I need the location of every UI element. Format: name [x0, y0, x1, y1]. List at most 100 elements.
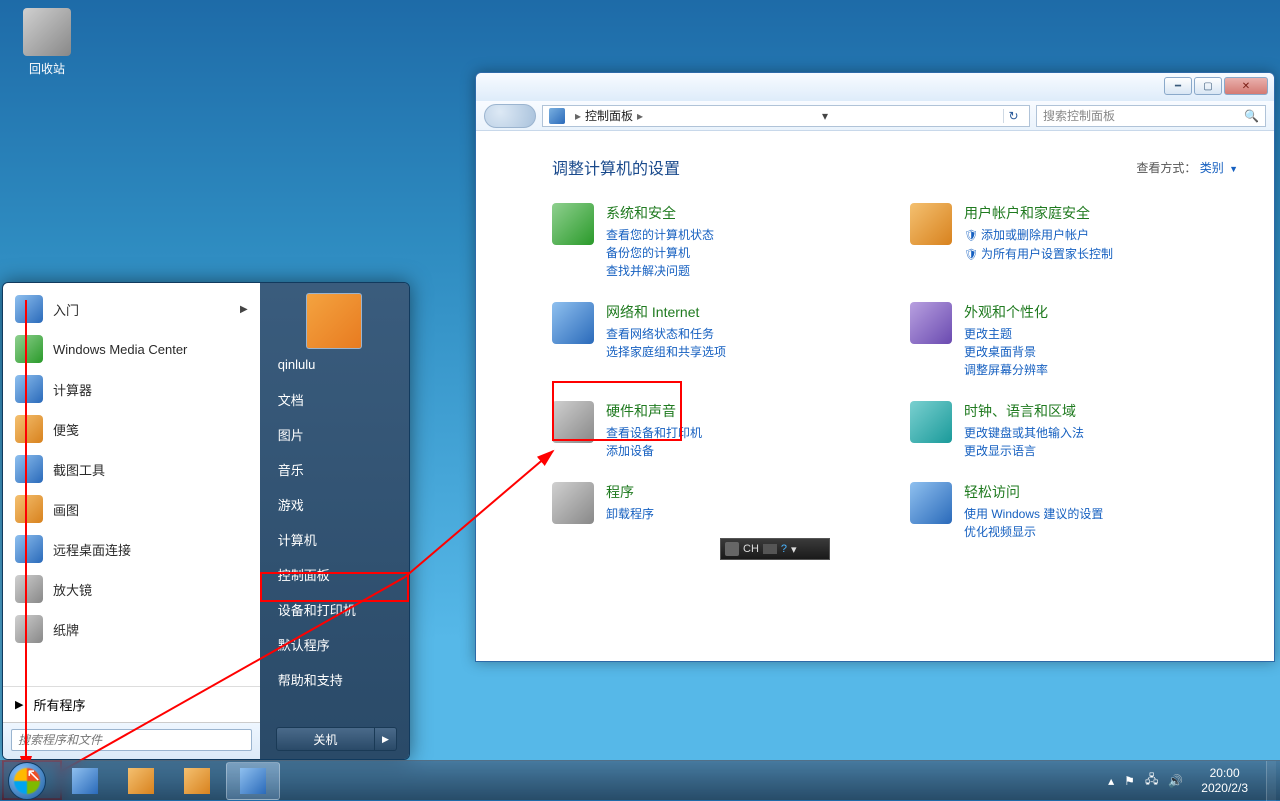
cp-category: 时钟、语言和区域更改键盘或其他输入法更改显示语言: [910, 401, 1238, 460]
taskbar-explorer[interactable]: [114, 762, 168, 800]
start-menu-right-item[interactable]: 控制面板: [260, 557, 409, 592]
shutdown-options[interactable]: ▶: [375, 727, 397, 751]
cp-sublink[interactable]: 更改主题: [964, 325, 1048, 343]
cp-sublink[interactable]: 更改桌面背景: [964, 343, 1048, 361]
chevron-right-icon: ▶: [240, 304, 248, 315]
cp-sublink[interactable]: 备份您的计算机: [606, 244, 714, 262]
tray-expand-icon[interactable]: ▴: [1108, 774, 1114, 788]
breadcrumb-root[interactable]: 控制面板: [585, 107, 633, 124]
start-menu-right-item[interactable]: 音乐: [260, 452, 409, 487]
category-title[interactable]: 轻松访问: [964, 482, 1103, 502]
user-avatar[interactable]: [306, 293, 362, 349]
cp-sublink[interactable]: 卸载程序: [606, 505, 654, 523]
cp-sublink[interactable]: 更改键盘或其他输入法: [964, 424, 1084, 442]
cp-sublink[interactable]: 更改显示语言: [964, 442, 1084, 460]
all-programs[interactable]: ▶ 所有程序: [3, 686, 260, 722]
username[interactable]: qinlulu: [260, 357, 409, 376]
start-menu-right-item[interactable]: 文档: [260, 382, 409, 417]
app-icon: [15, 495, 43, 523]
refresh-button[interactable]: ↻: [1003, 109, 1023, 123]
media-player-icon: [184, 768, 210, 794]
cp-sublink[interactable]: 查看设备和打印机: [606, 424, 702, 442]
taskbar-control-panel[interactable]: [226, 762, 280, 800]
start-menu-left: 入门▶Windows Media Center计算器便笺截图工具画图远程桌面连接…: [3, 283, 260, 759]
titlebar[interactable]: ━ ▢ ✕: [476, 73, 1274, 101]
ime-bar[interactable]: CH ? ▾: [720, 538, 830, 560]
start-menu-right-item[interactable]: 计算机: [260, 522, 409, 557]
page-title: 调整计算机的设置: [552, 155, 680, 179]
start-menu-right-item[interactable]: 游戏: [260, 487, 409, 522]
category-title[interactable]: 硬件和声音: [606, 401, 702, 421]
start-menu-item[interactable]: 入门▶: [5, 289, 258, 329]
category-title[interactable]: 程序: [606, 482, 654, 502]
cp-sublink[interactable]: 选择家庭组和共享选项: [606, 343, 726, 361]
volume-icon[interactable]: 🔊: [1168, 774, 1183, 788]
control-panel-icon: [240, 768, 266, 794]
start-menu-item[interactable]: 放大镜: [5, 569, 258, 609]
recycle-bin-label: 回收站: [12, 60, 82, 77]
cp-sublink[interactable]: 优化视频显示: [964, 523, 1103, 541]
chevron-right-icon: ▶: [15, 698, 23, 711]
action-center-icon[interactable]: ⚑: [1124, 774, 1135, 788]
close-button[interactable]: ✕: [1224, 77, 1268, 95]
search-box[interactable]: 搜索控制面板 🔍: [1036, 105, 1266, 127]
recycle-bin[interactable]: 回收站: [12, 8, 82, 77]
category-title[interactable]: 系统和安全: [606, 203, 714, 223]
start-menu-item[interactable]: 截图工具: [5, 449, 258, 489]
category-icon: [552, 401, 594, 443]
cp-sublink[interactable]: 查看您的计算机状态: [606, 226, 714, 244]
search-placeholder: 搜索控制面板: [1043, 107, 1115, 124]
app-icon: [15, 575, 43, 603]
search-icon: 🔍: [1244, 109, 1259, 123]
start-menu-item[interactable]: Windows Media Center: [5, 329, 258, 369]
help-icon[interactable]: ?: [781, 543, 787, 555]
taskbar-media-player[interactable]: [170, 762, 224, 800]
ie-icon: [72, 768, 98, 794]
category-icon: [910, 482, 952, 524]
app-icon: [15, 415, 43, 443]
start-menu-item[interactable]: 计算器: [5, 369, 258, 409]
category-title[interactable]: 网络和 Internet: [606, 302, 726, 322]
cp-sublink[interactable]: 添加或删除用户帐户: [964, 226, 1113, 245]
nav-toolbar: ▸ 控制面板 ▸ ▾ ↻ 搜索控制面板 🔍: [476, 101, 1274, 131]
category-icon: [910, 302, 952, 344]
view-by[interactable]: 查看方式： 类别 ▼: [1136, 159, 1238, 176]
category-title[interactable]: 时钟、语言和区域: [964, 401, 1084, 421]
minimize-button[interactable]: ━: [1164, 77, 1192, 95]
cp-category: 用户帐户和家庭安全添加或删除用户帐户为所有用户设置家长控制: [910, 203, 1238, 280]
shutdown-button[interactable]: 关机: [276, 727, 375, 751]
start-menu-right-item[interactable]: 设备和打印机: [260, 592, 409, 627]
cp-category: 程序卸载程序: [552, 482, 880, 541]
category-icon: [552, 203, 594, 245]
start-menu-item[interactable]: 便笺: [5, 409, 258, 449]
app-icon: [15, 335, 43, 363]
cp-sublink[interactable]: 查看网络状态和任务: [606, 325, 726, 343]
tray-clock[interactable]: 20:00 2020/2/3: [1193, 766, 1256, 795]
start-menu-item[interactable]: 远程桌面连接: [5, 529, 258, 569]
cp-sublink[interactable]: 调整屏幕分辨率: [964, 361, 1048, 379]
network-icon[interactable]: 🖧: [1145, 770, 1158, 791]
maximize-button[interactable]: ▢: [1194, 77, 1222, 95]
start-menu-item[interactable]: 纸牌: [5, 609, 258, 649]
app-icon: [15, 375, 43, 403]
cp-category: 硬件和声音查看设备和打印机添加设备: [552, 401, 880, 460]
address-bar[interactable]: ▸ 控制面板 ▸ ▾ ↻: [542, 105, 1030, 127]
start-menu-item[interactable]: 画图: [5, 489, 258, 529]
windows-orb-icon: [8, 762, 46, 800]
category-title[interactable]: 用户帐户和家庭安全: [964, 203, 1113, 223]
cp-sublink[interactable]: 为所有用户设置家长控制: [964, 245, 1113, 264]
nav-back-forward[interactable]: [484, 104, 536, 128]
start-menu-right-item[interactable]: 图片: [260, 417, 409, 452]
app-icon: [15, 535, 43, 563]
start-search-input[interactable]: [11, 729, 252, 751]
cp-sublink[interactable]: 查找并解决问题: [606, 262, 714, 280]
start-menu-right-item[interactable]: 帮助和支持: [260, 662, 409, 697]
start-button[interactable]: [0, 761, 54, 801]
cp-sublink[interactable]: 添加设备: [606, 442, 702, 460]
taskbar-ie[interactable]: [58, 762, 112, 800]
cp-sublink[interactable]: 使用 Windows 建议的设置: [964, 505, 1103, 523]
start-menu-right-item[interactable]: 默认程序: [260, 627, 409, 662]
category-title[interactable]: 外观和个性化: [964, 302, 1048, 322]
recycle-bin-icon: [23, 8, 71, 56]
show-desktop-button[interactable]: [1266, 761, 1276, 801]
